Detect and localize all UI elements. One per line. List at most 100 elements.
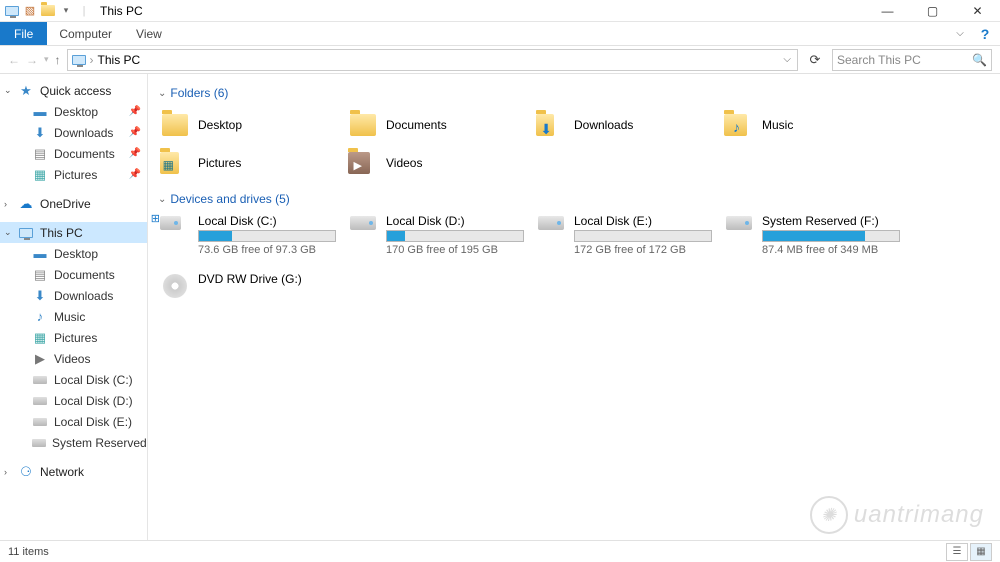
window-controls: — ▢ ✕ [865,0,1000,22]
ribbon-collapse-icon[interactable]: ⌵ [950,22,970,45]
nav-local-disk-e[interactable]: Local Disk (E:) [0,411,147,432]
videos-icon: ▶ [32,351,48,367]
help-icon[interactable]: ? [970,22,1000,45]
back-button[interactable]: ← [8,53,20,67]
nav-pictures[interactable]: ▦Pictures📌 [0,164,147,185]
capacity-bar [198,230,336,242]
nav-pc-videos[interactable]: ▶Videos [0,348,147,369]
folder-icon: ▶ [348,149,378,177]
music-icon: ♪ [32,309,48,324]
content-pane: ⌄ Folders (6) Desktop Documents ⬇Downloa… [148,74,1000,540]
ribbon: File Computer View ⌵ ? [0,22,1000,46]
forward-button[interactable]: → [26,53,38,67]
folder-videos[interactable]: ▶Videos [346,144,526,182]
search-icon: 🔍 [972,53,987,67]
chevron-down-icon[interactable]: ⌄ [4,85,12,96]
drive-icon [536,214,566,248]
qat-new-folder-icon[interactable] [40,3,56,19]
capacity-fill [387,231,405,241]
view-tab[interactable]: View [124,22,174,45]
chevron-right-icon[interactable]: › [4,199,7,209]
pictures-icon: ▦ [32,330,48,346]
close-button[interactable]: ✕ [955,0,1000,22]
folder-downloads[interactable]: ⬇Downloads [534,106,714,144]
pin-icon: 📌 [129,148,141,159]
nav-label: This PC [40,226,83,240]
drive-icon [32,418,48,426]
file-tab[interactable]: File [0,22,47,45]
window-title: This PC [100,4,143,18]
computer-icon [18,228,34,238]
up-button[interactable]: ↑ [55,53,61,67]
folder-icon: ▦ [160,149,190,177]
folder-music[interactable]: ♪Music [722,106,902,144]
qat-properties-icon[interactable]: ▧ [22,3,38,19]
desktop-icon: ▬ [32,104,48,119]
maximize-button[interactable]: ▢ [910,0,955,22]
view-toggle: ☰ ▦ [946,543,992,561]
drives-grid: ⊞ Local Disk (C:)73.6 GB free of 97.3 GB… [158,212,990,320]
refresh-button[interactable]: ⟳ [804,52,826,68]
desktop-icon: ▬ [32,246,48,261]
chevron-right-icon[interactable]: › [4,467,7,477]
star-icon: ★ [18,83,34,99]
nav-local-disk-d[interactable]: Local Disk (D:) [0,390,147,411]
folder-pictures[interactable]: ▦Pictures [158,144,338,182]
nav-quick-access[interactable]: ⌄ ★ Quick access [0,80,147,101]
pin-icon: 📌 [129,127,141,138]
breadcrumb[interactable]: This PC [96,53,141,67]
recent-locations-icon[interactable]: ▾ [44,54,49,65]
folder-desktop[interactable]: Desktop [158,106,338,144]
drive-icon [32,439,46,447]
nav-pc-downloads[interactable]: ⬇Downloads [0,285,147,306]
app-icon [4,3,20,19]
qat-customize-icon[interactable]: ▾ [58,3,74,19]
folders-group-header[interactable]: ⌄ Folders (6) [158,86,990,100]
computer-tab[interactable]: Computer [47,22,124,45]
folder-icon: ♪ [724,111,754,139]
drives-group-header[interactable]: ⌄ Devices and drives (5) [158,192,990,206]
drive-icon: ⊞ [160,214,190,248]
nav-label: Network [40,465,84,479]
nav-this-pc[interactable]: ⌄ This PC [0,222,147,243]
nav-desktop[interactable]: ▬Desktop📌 [0,101,147,122]
nav-network[interactable]: › ⚆ Network [0,461,147,482]
folder-icon: ⬇ [536,111,566,139]
location-icon [70,52,88,68]
tiles-view-button[interactable]: ▦ [970,543,992,561]
nav-pc-pictures[interactable]: ▦Pictures [0,327,147,348]
capacity-fill [763,231,865,241]
nav-onedrive[interactable]: › ☁ OneDrive [0,193,147,214]
network-icon: ⚆ [18,464,34,480]
pictures-icon: ▦ [32,167,48,183]
nav-label: OneDrive [40,197,91,211]
chevron-down-icon: ⌄ [158,88,166,99]
downloads-icon: ⬇ [32,125,48,141]
details-view-button[interactable]: ☰ [946,543,968,561]
item-count: 11 items [8,546,49,558]
downloads-icon: ⬇ [32,288,48,304]
qat-divider: | [76,3,92,19]
nav-pc-documents[interactable]: ▤Documents [0,264,147,285]
nav-documents[interactable]: ▤Documents📌 [0,143,147,164]
minimize-button[interactable]: — [865,0,910,22]
search-input[interactable]: Search This PC 🔍 [832,49,992,71]
address-dropdown-icon[interactable]: ⌵ [779,54,795,65]
capacity-bar [574,230,712,242]
address-bar[interactable]: › This PC ⌵ [67,49,798,71]
nav-downloads[interactable]: ⬇Downloads📌 [0,122,147,143]
drive-e[interactable]: Local Disk (E:)172 GB free of 172 GB [534,212,714,258]
nav-local-disk-c[interactable]: Local Disk (C:) [0,369,147,390]
chevron-down-icon[interactable]: ⌄ [4,227,12,238]
drive-dvd[interactable]: DVD RW Drive (G:) [158,270,338,308]
nav-pc-desktop[interactable]: ▬Desktop [0,243,147,264]
drive-icon [348,214,378,248]
drive-c[interactable]: ⊞ Local Disk (C:)73.6 GB free of 97.3 GB [158,212,338,258]
nav-arrows: ← → ▾ ↑ [8,53,61,67]
folder-documents[interactable]: Documents [346,106,526,144]
drive-d[interactable]: Local Disk (D:)170 GB free of 195 GB [346,212,526,258]
nav-pc-music[interactable]: ♪Music [0,306,147,327]
drive-f[interactable]: System Reserved (F:)87.4 MB free of 349 … [722,212,902,258]
drive-icon [724,214,754,248]
nav-system-reserved[interactable]: System Reserved (F:) [0,432,147,453]
